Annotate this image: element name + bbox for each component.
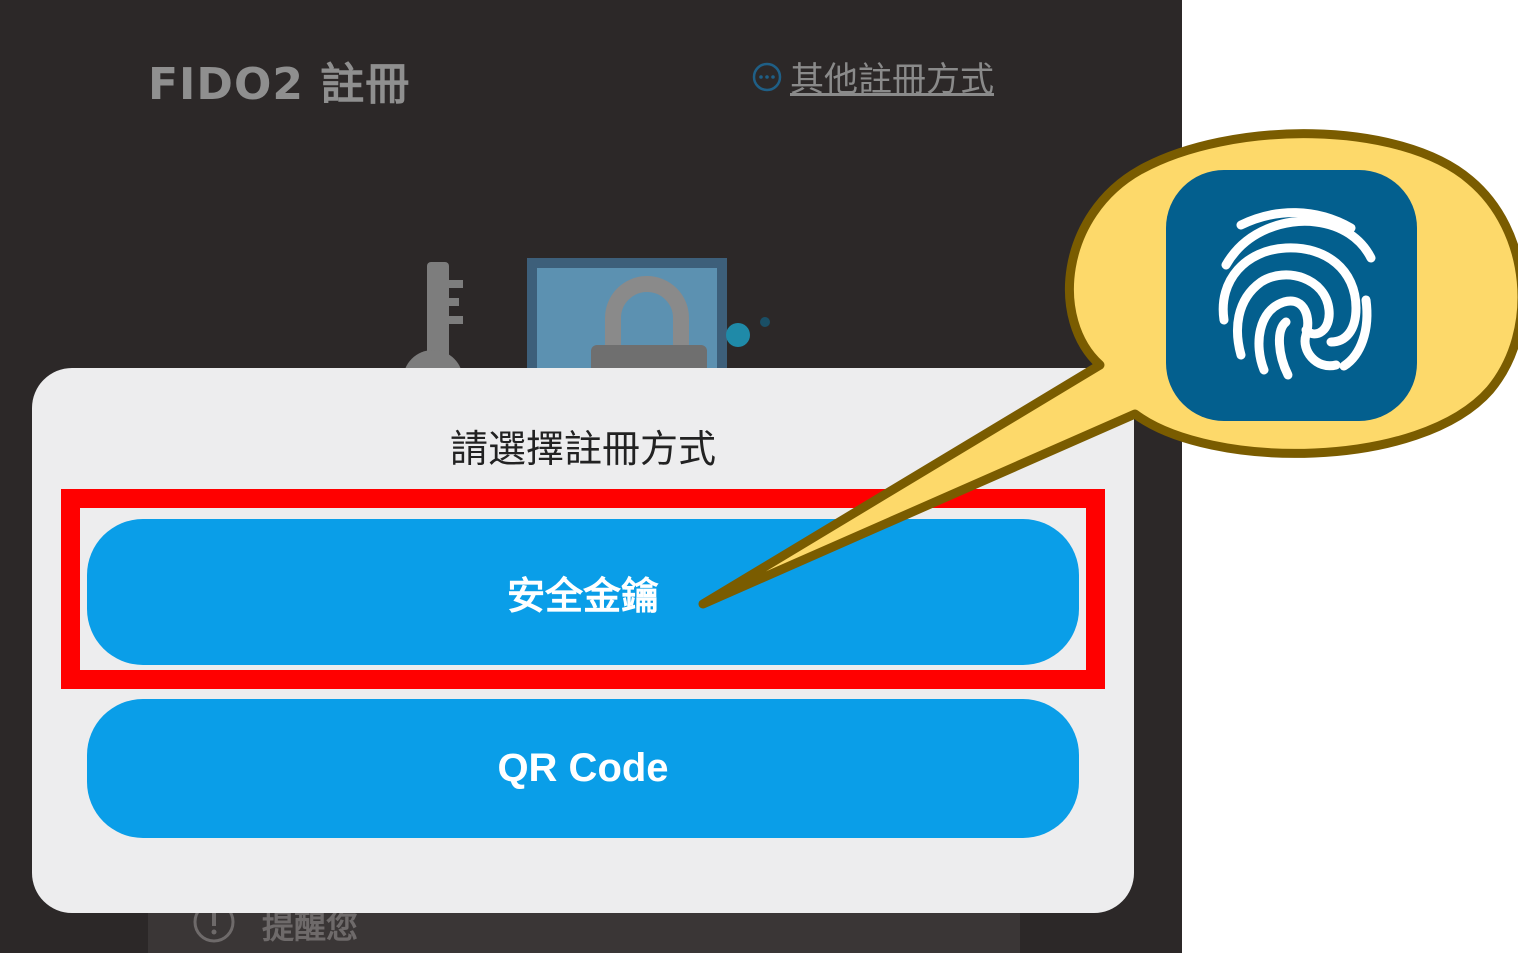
page-title: FIDO2 註冊 [148, 59, 411, 110]
qr-code-button[interactable]: QR Code [87, 699, 1079, 838]
more-horizontal-circle-icon [752, 62, 782, 91]
other-registration-methods-link[interactable]: 其他註冊方式 [752, 52, 994, 101]
dialog-title: 請選擇註冊方式 [449, 427, 716, 471]
highlight-box [61, 489, 1105, 689]
fingerprint-icon [1166, 170, 1417, 421]
other-registration-methods-label: 其他註冊方式 [790, 60, 994, 100]
